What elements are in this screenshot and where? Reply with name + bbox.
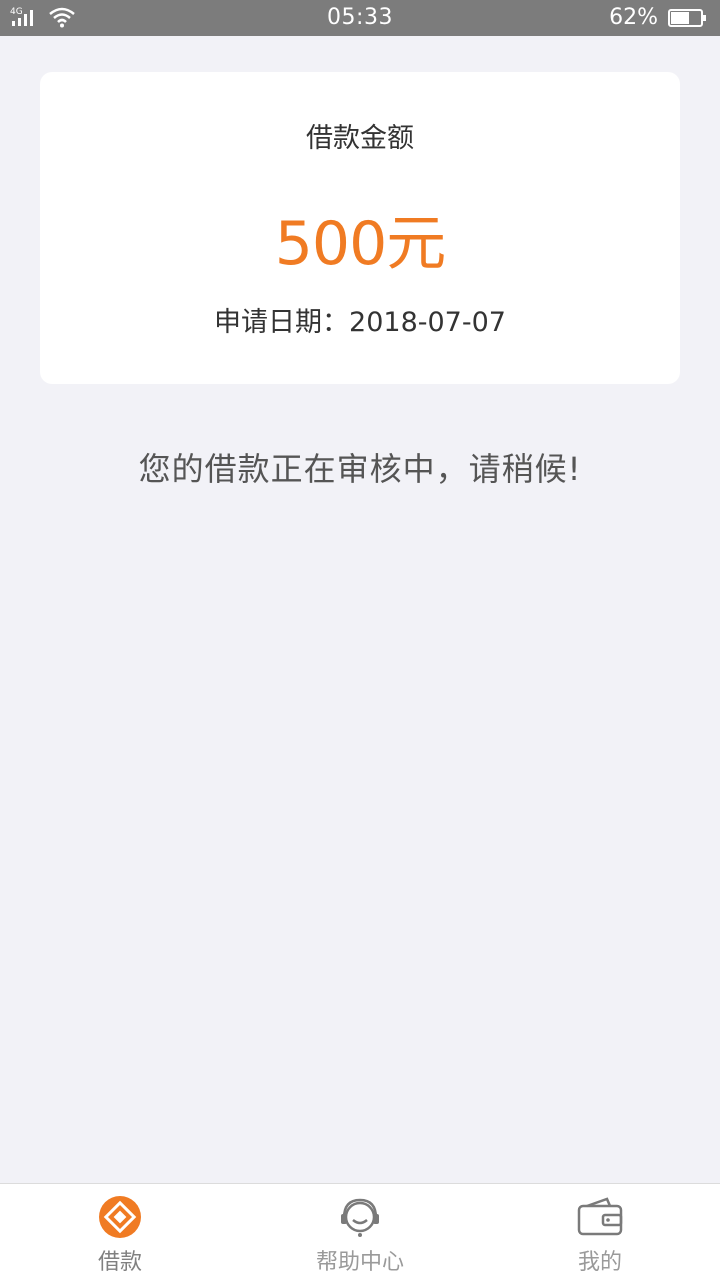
customer-service-icon [341, 1198, 379, 1237]
tab-loan-label: 借款 [97, 1250, 142, 1275]
status-bar: 4G 05:33 62% [0, 0, 720, 36]
loan-amount-value: 500元 [274, 209, 447, 279]
review-status-message: 您的借款正在审核中，请稍候! [138, 450, 582, 488]
battery-icon [668, 8, 706, 27]
tab-mine[interactable]: 我的 [480, 1184, 720, 1280]
tab-mine-label: 我的 [577, 1250, 622, 1275]
tab-help-center-label: 帮助中心 [315, 1250, 404, 1275]
loan-amount-title: 借款金额 [306, 123, 414, 154]
application-date-value: 2018-07-07 [349, 307, 506, 338]
application-date: 申请日期：2018-07-07 [0, 300, 720, 339]
application-date-label: 申请日期： [214, 307, 350, 338]
app-screen: 4G 05:33 62% 借款金额 500元 申请日期：2018-07-07 您… [0, 0, 720, 1280]
tab-help-center[interactable]: 帮助中心 [240, 1184, 480, 1280]
wallet-icon [577, 1197, 623, 1236]
tab-loan[interactable]: 借款 [0, 1184, 240, 1280]
bottom-tab-bar: 借款 帮助中心 我的 [0, 1183, 720, 1280]
status-right: 62% [609, 5, 708, 30]
battery-percent: 62% [609, 5, 658, 30]
loan-icon [99, 1196, 141, 1238]
